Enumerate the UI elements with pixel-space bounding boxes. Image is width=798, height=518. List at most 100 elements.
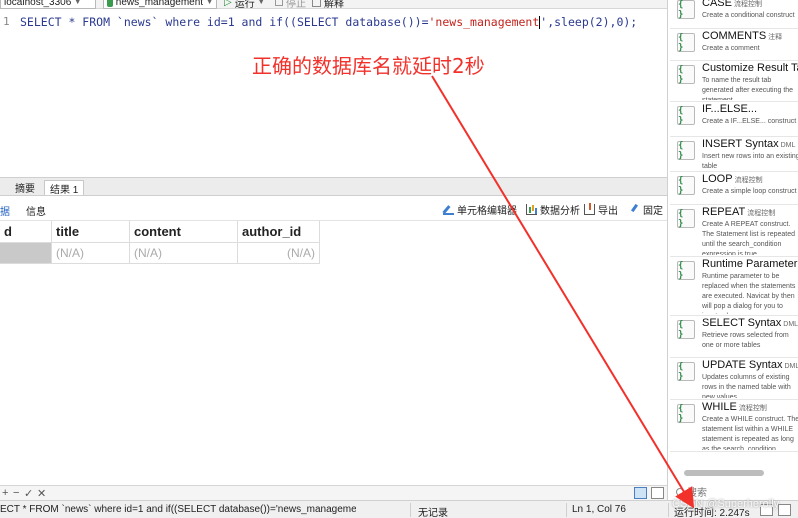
snippet-item[interactable]: { } LOOP 流程控制 Create a simple loop construc… (670, 172, 798, 205)
snippet-title-text: REPEAT (702, 206, 746, 218)
snippet-tag: DML (780, 142, 796, 149)
snippet-description: Updates columns of existing rows in the … (702, 374, 791, 398)
status-records: 无记录 (418, 508, 448, 518)
snippet-item[interactable]: { } Runtime Parameter Runtime parameter to… (670, 257, 798, 316)
snippet-icon: { } (677, 209, 695, 229)
explain-button[interactable]: 解释 (312, 0, 344, 10)
snippet-title-text: INSERT Syntax (702, 138, 779, 150)
chart-icon (526, 204, 537, 215)
result-subtabs: 据 信息 单元格编辑器 数据分析 导出 固定 (0, 197, 667, 221)
snippet-icon: { } (677, 261, 695, 281)
snippet-tag: 流程控制 (734, 177, 763, 184)
column-header[interactable]: title (52, 221, 130, 243)
column-header[interactable]: author_id (238, 221, 320, 243)
snippet-icon: { } (677, 65, 695, 85)
code-part: ',sleep(2),0); (540, 15, 638, 29)
add-record-button[interactable]: + (2, 487, 8, 499)
database-icon (107, 0, 113, 7)
snippet-title-text: Runtime Parameter (702, 258, 798, 270)
snippet-item[interactable]: { } REPEAT 流程控制 Create A REPEAT construct. … (670, 205, 798, 257)
snippet-search-input[interactable]: 搜索 (676, 484, 707, 499)
snippet-icon: { } (677, 33, 695, 53)
snippet-title-text: Customize Result Tab (702, 62, 798, 74)
snippet-title: Customize Result Tab (702, 62, 798, 74)
sql-editor[interactable]: 1 SELECT * FROM `news` where id=1 and if… (0, 10, 667, 178)
column-header[interactable]: d (0, 221, 52, 243)
cell-editor-button[interactable]: 单元格编辑器 (443, 202, 517, 217)
database-label: news_management (115, 0, 204, 8)
search-placeholder: 搜索 (687, 488, 707, 499)
table-cell[interactable] (0, 243, 52, 264)
sql-code[interactable]: SELECT * FROM `news` where id=1 and if((… (20, 15, 637, 29)
horizontal-scrollbar[interactable] (684, 470, 764, 476)
code-part: SELECT * FROM `news` where id=1 and if((… (20, 15, 429, 29)
table-cell[interactable]: (N/A) (130, 243, 238, 264)
snippet-item[interactable]: { } IF...ELSE... Create a IF...ELSE... con… (670, 102, 798, 137)
explain-label: 解释 (324, 0, 344, 10)
run-label: 运行 (234, 0, 255, 10)
subtab-info[interactable]: 信息 (26, 203, 46, 218)
snippet-title: UPDATE Syntax DML (702, 359, 798, 371)
snippet-description: To name the result tab generated after e… (702, 77, 794, 100)
table-cell[interactable]: (N/A) (238, 243, 320, 264)
apply-button[interactable]: ✓ (24, 487, 33, 500)
chevron-down-icon: ▼ (257, 0, 265, 6)
pin-button[interactable]: 固定 (629, 202, 663, 217)
grid-header: d title content author_id (0, 221, 320, 243)
delete-record-button[interactable]: − (13, 487, 19, 499)
snippet-tag: DML (784, 363, 798, 370)
subtab-data[interactable]: 据 (0, 203, 10, 218)
export-icon (584, 203, 595, 215)
annotation-text: 正确的数据库名就延时2秒 (252, 54, 485, 78)
snippet-title-text: WHILE (702, 401, 737, 413)
watermark: CSDN @Superherolly (672, 498, 780, 510)
snippet-icon: { } (677, 320, 695, 340)
snippet-item[interactable]: { } CASE 流程控制 Create a conditional construc… (670, 0, 798, 29)
snippet-description: Create a WHILE construct. The statement … (702, 416, 798, 450)
stop-button[interactable]: 停止 (275, 0, 306, 10)
database-select[interactable]: news_management ▼ (103, 0, 217, 9)
snippet-icon: { } (677, 404, 695, 424)
snippet-panel: { } CASE 流程控制 Create a conditional construc… (667, 0, 798, 500)
snippet-description: Retrieve rows selected from one or more … (702, 332, 789, 349)
snippet-title-text: LOOP (702, 173, 733, 185)
snippet-title: INSERT Syntax DML (702, 138, 795, 150)
search-icon (676, 487, 684, 496)
column-header[interactable]: content (130, 221, 238, 243)
data-analysis-button[interactable]: 数据分析 (526, 202, 580, 217)
snippet-description: Create a comment (702, 45, 760, 52)
snippet-title: IF...ELSE... (702, 103, 759, 115)
snippet-item[interactable]: { } WHILE 流程控制 Create a WHILE construct. Th… (670, 400, 798, 452)
snippet-title: REPEAT 流程控制 (702, 206, 775, 218)
connection-select[interactable]: localhost_3306 ▼ (0, 0, 96, 9)
data-analysis-label: 数据分析 (540, 206, 580, 217)
snippet-tag: DML (783, 321, 798, 328)
snippet-item[interactable]: { } COMMENTS 注释 Create a comment (670, 29, 798, 61)
panel-toggle-icon[interactable] (778, 504, 791, 516)
snippet-icon: { } (677, 0, 695, 20)
snippet-title: COMMENTS 注释 (702, 30, 782, 42)
snippet-title: CASE 流程控制 (702, 0, 762, 9)
grid-view-icon[interactable] (634, 487, 647, 499)
snippet-title-text: UPDATE Syntax (702, 359, 783, 371)
tab-result-1[interactable]: 结果 1 (44, 180, 85, 196)
pen-icon (443, 204, 454, 215)
export-button[interactable]: 导出 (584, 202, 618, 217)
snippet-item[interactable]: { } INSERT Syntax DML Insert new rows into … (670, 137, 798, 172)
code-string: 'news_management (428, 15, 540, 29)
snippet-tag: 注释 (768, 34, 783, 41)
snippet-item[interactable]: { } SELECT Syntax DML Retrieve rows selecte… (670, 316, 798, 358)
cancel-button[interactable]: ✕ (37, 487, 46, 500)
snippet-item[interactable]: { } UPDATE Syntax DML Updates columns of ex… (670, 358, 798, 400)
run-button[interactable]: ▷ 运行 ▼ (224, 0, 265, 10)
table-row[interactable]: (N/A) (N/A) (N/A) (0, 243, 320, 264)
table-cell[interactable]: (N/A) (52, 243, 130, 264)
status-query: ECT * FROM `news` where id=1 and if((SEL… (0, 504, 356, 515)
snippet-description: Create a conditional construct (702, 12, 795, 19)
form-view-icon[interactable] (651, 487, 664, 499)
snippet-item[interactable]: { } Customize Result Tab To name the resul… (670, 61, 798, 102)
tab-summary[interactable]: 摘要 (10, 180, 40, 195)
snippet-description: Create A REPEAT construct. The Statement… (702, 221, 795, 255)
record-toolbar: + − ✓ ✕ (0, 485, 667, 500)
snippet-description: Create a IF...ELSE... construct (702, 118, 797, 125)
